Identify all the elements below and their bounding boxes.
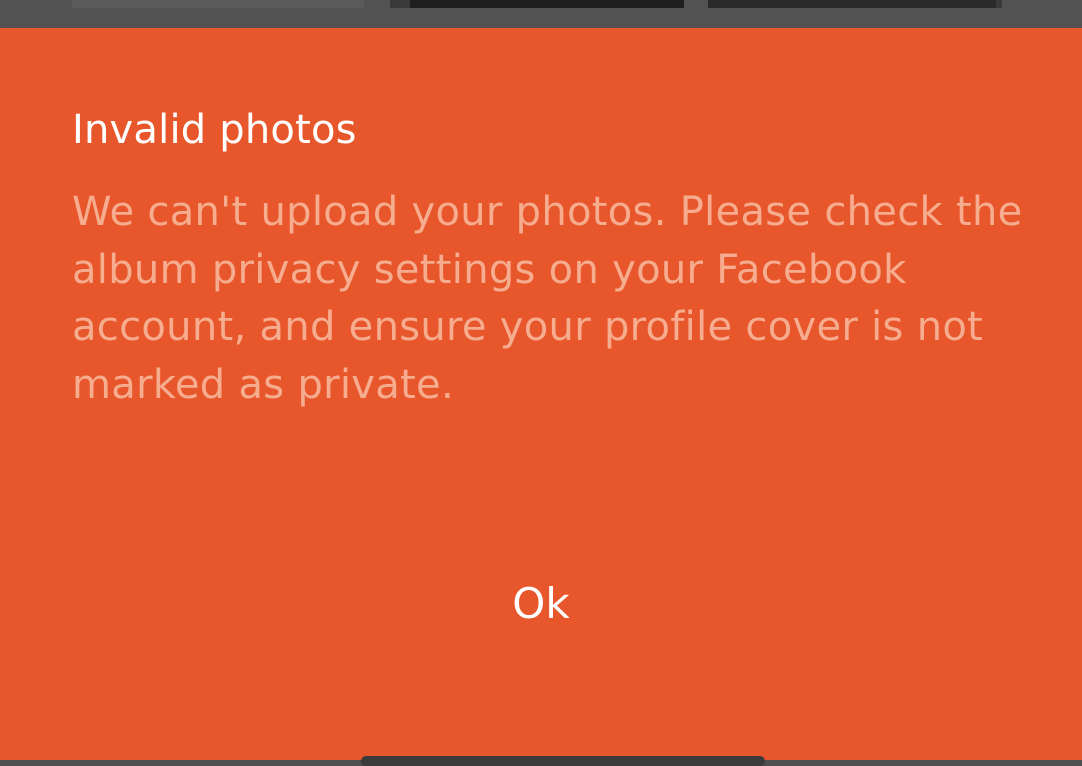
- ok-button[interactable]: Ok: [441, 568, 641, 640]
- home-indicator: [361, 756, 765, 766]
- dialog-title: Invalid photos: [72, 107, 357, 153]
- photo-thumbnail: [390, 0, 684, 8]
- photo-thumbnail: [708, 0, 1002, 8]
- invalid-photos-dialog: Invalid photos We can't upload your phot…: [0, 28, 1082, 766]
- photo-thumbnail: [72, 0, 364, 8]
- dialog-message: We can't upload your photos. Please chec…: [72, 189, 1023, 408]
- photo-grid-strip: [0, 0, 1082, 28]
